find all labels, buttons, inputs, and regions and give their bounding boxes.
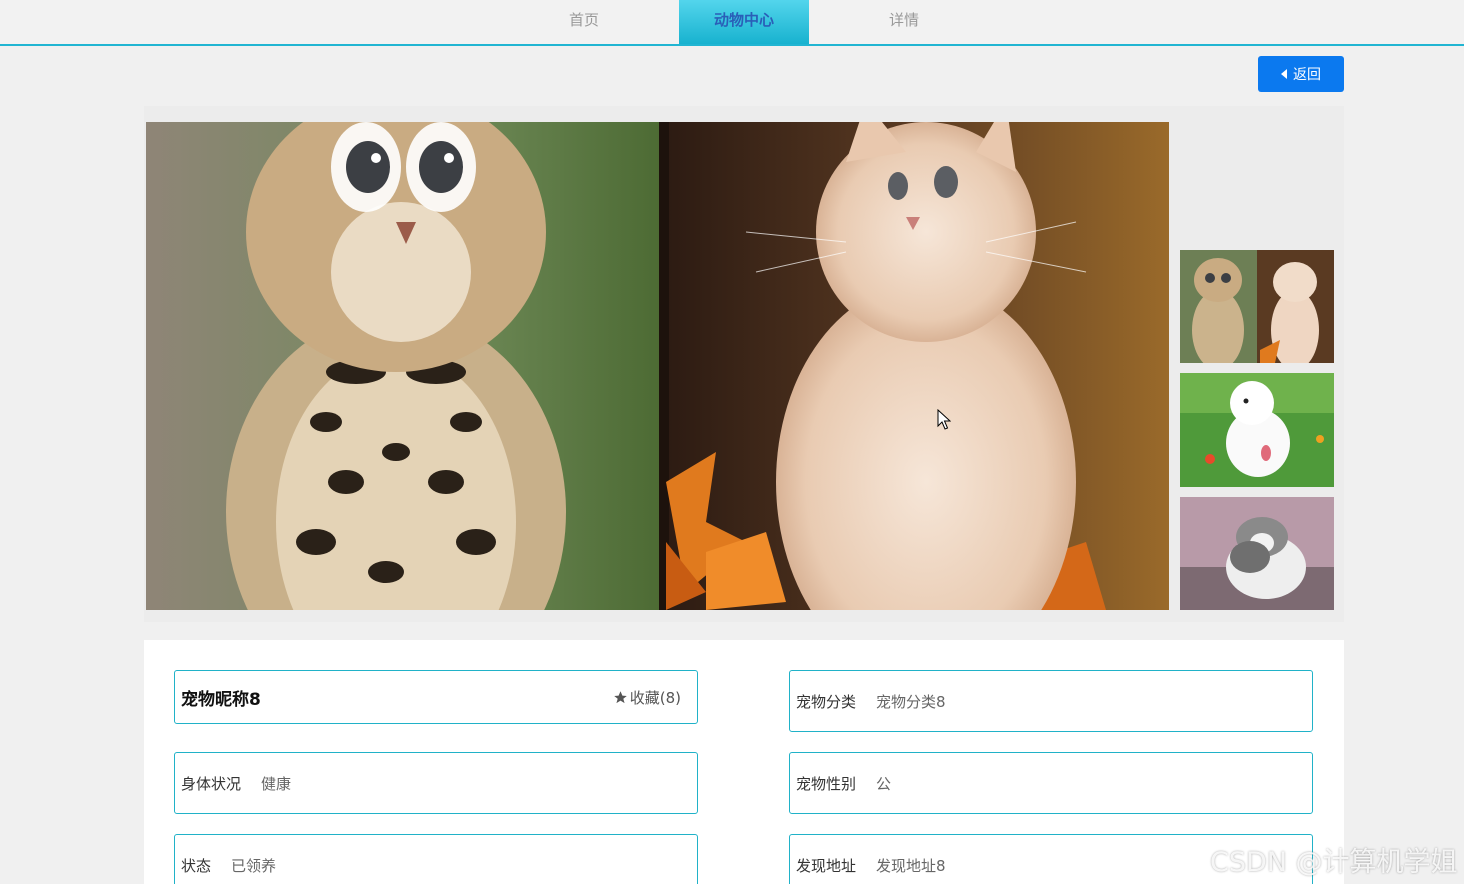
favorite-label: 收藏(8): [629, 689, 681, 707]
back-button-label: 返回: [1293, 67, 1321, 83]
mouse-cursor-icon: [937, 409, 951, 430]
caret-left-icon: [1281, 69, 1287, 79]
favorite-button[interactable]: 收藏(8): [613, 687, 681, 708]
category-value: 宠物分类8: [876, 692, 946, 711]
nav-home[interactable]: 首页: [519, 0, 649, 44]
status-label: 状态: [181, 856, 212, 875]
back-button[interactable]: 返回: [1258, 56, 1344, 92]
thumbnail-1[interactable]: [1180, 250, 1334, 363]
health-label: 身体状况: [181, 774, 242, 793]
main-pet-image: [146, 122, 1169, 610]
nav-detail[interactable]: 详情: [839, 0, 969, 44]
health-field: 身体状况 健康: [174, 752, 698, 814]
category-label: 宠物分类: [796, 692, 857, 711]
status-field: 状态 已领养: [174, 834, 698, 884]
pet-name-field: 宠物昵称8 收藏(8): [174, 670, 698, 724]
gender-field: 宠物性别 公: [789, 752, 1313, 814]
address-label: 发现地址: [796, 856, 857, 875]
gender-label: 宠物性别: [796, 774, 857, 793]
top-nav: 首页 动物中心 详情: [0, 0, 1464, 46]
thumbnail-3[interactable]: [1180, 497, 1334, 610]
nav-animal-center[interactable]: 动物中心: [679, 0, 809, 44]
address-value: 发现地址8: [876, 856, 946, 875]
pet-name: 宠物昵称8: [181, 689, 261, 710]
gender-value: 公: [876, 774, 892, 793]
status-value: 已领养: [231, 856, 277, 875]
star-icon: [614, 691, 627, 704]
health-value: 健康: [261, 774, 292, 793]
thumbnail-2[interactable]: [1180, 373, 1334, 487]
watermark: CSDN @计算机学姐: [1210, 847, 1458, 878]
category-field: 宠物分类 宠物分类8: [789, 670, 1313, 732]
